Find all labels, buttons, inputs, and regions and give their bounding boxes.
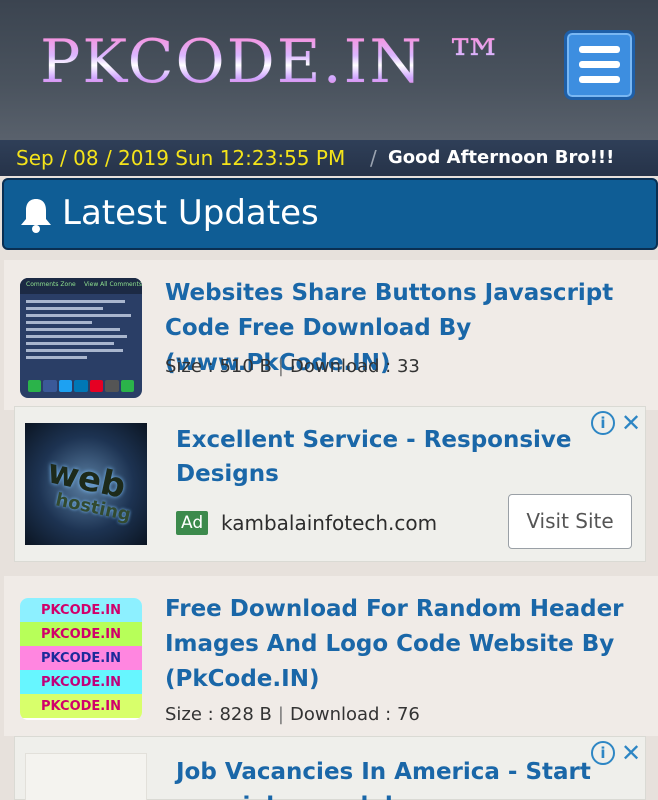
ad-close-icon[interactable]: ✕ [621,411,641,435]
hamburger-menu-icon[interactable] [564,30,635,100]
post-meta: Size : 510 B | Download : 33 [165,356,420,377]
post-card[interactable]: Comments Zone View All Comments Websites… [4,260,658,410]
ad-image[interactable] [25,753,147,800]
greeting-text: Good Afternoon Bro!!! [388,147,615,168]
ad-badge: Ad [176,511,209,535]
date-bar: Sep / 08 / 2019 Sun 12:23:55 PM / Good A… [0,140,658,176]
ad-close-icon[interactable]: ✕ [621,741,641,765]
post-thumbnail[interactable]: PKCODE.IN PKCODE.IN PKCODE.IN PKCODE.IN … [20,598,142,720]
ad-image[interactable]: web hosting [25,423,147,545]
visit-site-button[interactable]: Visit Site [508,494,632,549]
thumb-strip: PKCODE.IN [20,646,142,670]
thumb-strip: PKCODE.IN [20,598,142,622]
post-card[interactable]: PKCODE.IN PKCODE.IN PKCODE.IN PKCODE.IN … [4,576,658,736]
post-size: Size : 510 B [165,356,272,377]
datebar-separator: / [370,146,377,170]
ad-info-icon[interactable]: i [591,741,615,765]
post-thumbnail[interactable]: Comments Zone View All Comments [20,278,142,398]
ad-info-icon[interactable]: i [591,411,615,435]
post-downloads: Download : 76 [289,704,420,725]
ad-title-link[interactable]: Excellent Service - Responsive Designs [176,423,576,491]
ad-banner[interactable]: web hosting Excellent Service - Responsi… [14,406,646,562]
latest-updates-header: Latest Updates [2,178,658,250]
thumb-strip: PKCODE.IN [20,622,142,646]
thumb-comments-zone: Comments Zone [26,281,76,288]
thumb-strip: PKCODE.IN [20,670,142,694]
ad-title-link[interactable]: Job Vacancies In America - Start your jo… [176,755,596,800]
bell-icon [21,199,51,233]
post-size: Size : 828 B [165,704,272,725]
section-title: Latest Updates [62,193,319,233]
post-meta: Size : 828 B | Download : 76 [165,704,420,725]
post-downloads: Download : 33 [289,356,420,377]
site-header: PKCODE.IN ™ [0,0,658,140]
thumb-strip: PKCODE.IN [20,694,142,718]
ad-domain[interactable]: kambalainfotech.com [221,511,437,535]
ad-banner[interactable]: Job Vacancies In America - Start your jo… [14,736,646,800]
post-title-link[interactable]: Free Download For Random Header Images A… [165,592,645,697]
site-logo[interactable]: PKCODE.IN ™ [40,30,507,94]
current-datetime: Sep / 08 / 2019 Sun 12:23:55 PM [16,146,346,170]
thumb-view-comments: View All Comments [84,281,142,288]
